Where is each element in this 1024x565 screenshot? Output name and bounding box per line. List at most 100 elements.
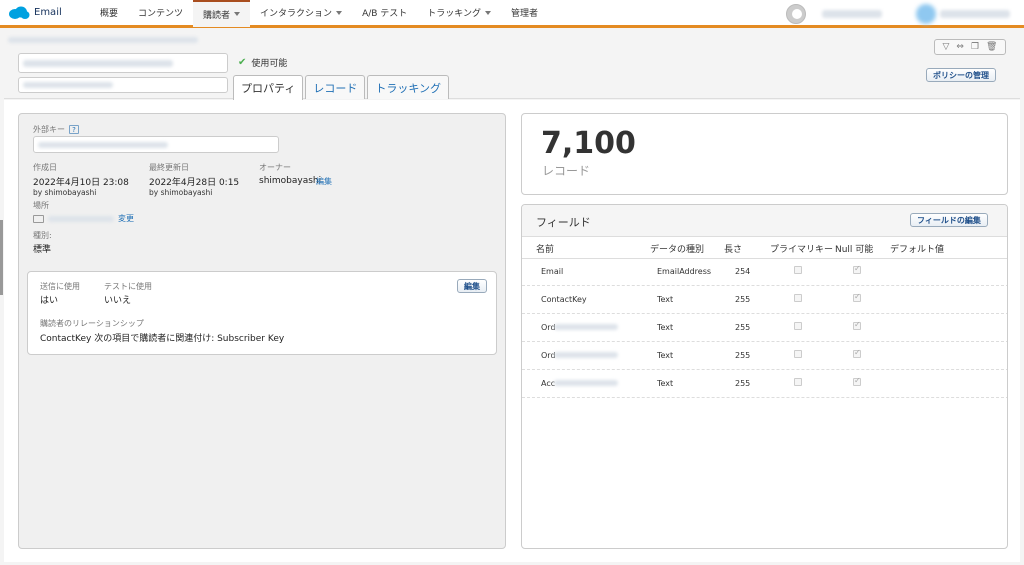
nullable-checkbox — [853, 320, 861, 330]
primary-key-checkbox — [794, 378, 802, 386]
nav-item-label: インタラクション — [260, 9, 333, 19]
breadcrumb[interactable] — [8, 37, 198, 43]
field-name: Acc — [541, 379, 556, 388]
chevron-down-icon — [336, 10, 343, 15]
record-count-label: レコード — [542, 164, 591, 178]
test-label: テストに使用 — [104, 282, 152, 291]
field-name: Email — [541, 267, 564, 276]
filter-icon[interactable]: ▽ — [943, 42, 950, 52]
location-change-link[interactable]: 変更 — [118, 213, 134, 224]
nav-item-label: A/B テスト — [362, 9, 408, 19]
manage-policy-button[interactable]: ポリシーの管理 — [926, 68, 996, 82]
column-header: デフォルト値 — [890, 245, 945, 255]
user-name-redacted[interactable] — [822, 10, 882, 18]
row-divider — [522, 369, 1007, 370]
tab-tracking[interactable]: トラッキング — [367, 75, 450, 99]
sending-settings-card: 送信に使用 はい テストに使用 いいえ 編集 購読者のリレーションシップ Con… — [27, 271, 497, 355]
external-key-label-text: 外部キー — [33, 125, 65, 134]
field-length: 255 — [735, 351, 751, 360]
send-value: はい — [40, 296, 59, 306]
record-count: 7,100 — [541, 126, 636, 161]
nav-item[interactable]: 購読者 — [193, 0, 251, 27]
row-divider — [522, 285, 1007, 286]
user-avatar[interactable] — [786, 4, 806, 24]
primary-key-checkbox — [794, 294, 802, 302]
page-header: ✔ 使用可能 プロパティ レコード トラッキング ▽ ⇔ ❐ 🗑 ポリシーの管理 — [4, 31, 1020, 100]
modified-value: 2022年4月28日 0:15 — [149, 178, 240, 188]
header-divider — [522, 258, 1007, 259]
nav-item[interactable]: インタラクション — [250, 0, 352, 27]
external-key-field[interactable] — [33, 136, 279, 153]
column-header: Null 可能 — [835, 245, 874, 255]
main-content: 外部キー? 作成日 2022年4月10日 23:08 by shimobayas… — [4, 100, 1020, 562]
type-label: 種別: — [33, 231, 52, 240]
field-type: Text — [657, 351, 674, 360]
app-title: Email — [34, 7, 62, 18]
nullable-checkbox — [853, 264, 861, 274]
primary-key-checkbox — [794, 350, 802, 358]
properties-panel: 外部キー? 作成日 2022年4月10日 23:08 by shimobayas… — [18, 113, 506, 549]
field-type: Text — [657, 323, 674, 332]
action-toolbar: ▽ ⇔ ❐ 🗑 — [934, 39, 1006, 55]
user-area — [786, 0, 1024, 28]
field-name: ContactKey — [541, 295, 587, 304]
sending-edit-button[interactable]: 編集 — [457, 279, 487, 293]
external-key-label: 外部キー? — [33, 124, 79, 135]
side-handle[interactable] — [0, 220, 3, 295]
primary-key-checkbox — [794, 322, 802, 330]
nav-item-label: 管理者 — [511, 9, 539, 19]
column-header: 名前 — [536, 245, 555, 255]
tab-records[interactable]: レコード — [305, 75, 366, 99]
nav-item[interactable]: トラッキング — [417, 0, 501, 27]
nullable-checkbox — [853, 376, 861, 386]
move-icon[interactable]: ⇔ — [956, 42, 964, 52]
field-name-redacted — [554, 380, 618, 386]
tab-properties[interactable]: プロパティ — [233, 75, 304, 100]
column-header: データの種別 — [650, 245, 705, 255]
brand[interactable]: Email — [0, 6, 90, 20]
created-by: by shimobayashi — [33, 188, 97, 197]
created-label: 作成日 — [33, 163, 57, 172]
trash-icon[interactable]: 🗑 — [986, 42, 997, 52]
account-avatar[interactable] — [916, 4, 936, 24]
relationship-label: 購読者のリレーションシップ — [40, 319, 144, 328]
tab-bar: プロパティ レコード トラッキング — [233, 75, 450, 100]
folder-icon — [33, 214, 44, 223]
relationship-value: ContactKey 次の項目で購読者に関連付け: Subscriber Key — [40, 334, 285, 344]
edit-fields-button[interactable]: フィールドの編集 — [910, 213, 988, 227]
status-text: 使用可能 — [251, 59, 288, 69]
owner-value: shimobayashi — [259, 176, 322, 186]
nav-items: 概要 コンテンツ 購読者 インタラクション A/B テスト トラッキング 管理者 — [90, 0, 548, 27]
copy-icon[interactable]: ❐ — [971, 42, 979, 52]
nav-item-label: 購読者 — [203, 10, 231, 21]
status-indicator: ✔ 使用可能 — [238, 56, 287, 69]
field-name-redacted — [554, 324, 618, 330]
fields-header: フィールド フィールドの編集 — [522, 205, 1007, 237]
description-field[interactable] — [18, 77, 228, 93]
send-label: 送信に使用 — [40, 282, 80, 291]
help-icon[interactable]: ? — [69, 125, 79, 134]
modified-by: by shimobayashi — [149, 188, 213, 197]
owner-label: オーナー — [259, 163, 291, 172]
field-type: EmailAddress — [657, 267, 712, 276]
nav-item[interactable]: 管理者 — [501, 0, 548, 27]
extension-name-field[interactable] — [18, 53, 228, 73]
column-header: プライマリキー — [770, 245, 834, 255]
nav-item[interactable]: A/B テスト — [352, 0, 417, 27]
nav-item-label: トラッキング — [427, 9, 482, 19]
check-icon: ✔ — [238, 57, 247, 68]
test-value: いいえ — [104, 296, 132, 306]
row-divider — [522, 397, 1007, 398]
account-name-redacted[interactable] — [940, 10, 1010, 18]
field-length: 255 — [735, 323, 751, 332]
owner-edit-link[interactable]: 編集 — [316, 176, 332, 187]
column-header: 長さ — [724, 245, 743, 255]
modified-label: 最終更新日 — [149, 163, 189, 172]
field-name-redacted — [554, 352, 618, 358]
nav-item[interactable]: 概要 — [90, 0, 128, 27]
nav-item-label: コンテンツ — [138, 9, 184, 19]
fields-card: フィールド フィールドの編集 名前 データの種別 長さ プライマリキー Null 可能 デ… — [521, 204, 1008, 549]
field-length: 255 — [735, 295, 751, 304]
salesforce-cloud-icon — [8, 6, 30, 20]
nav-item[interactable]: コンテンツ — [128, 0, 193, 27]
